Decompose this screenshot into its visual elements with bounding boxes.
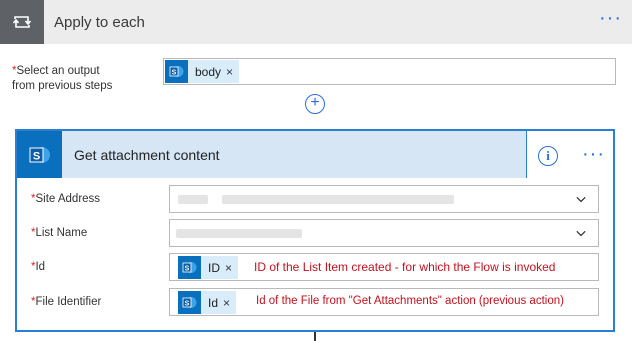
sharepoint-icon: S xyxy=(165,60,188,83)
svg-text:S: S xyxy=(32,150,39,162)
site-address-label-text: Site Address xyxy=(35,193,101,205)
more-options-icon[interactable]: ··· xyxy=(599,8,622,28)
redacted-value xyxy=(222,195,454,204)
id-label: *Id xyxy=(31,261,45,273)
redacted-value xyxy=(178,195,208,204)
list-name-label-text: List Name xyxy=(35,227,88,239)
chevron-down-icon xyxy=(576,196,586,203)
select-output-label: *Select an output from previous steps xyxy=(12,64,112,94)
id-input[interactable]: S ID × ID of the List Item created - for… xyxy=(169,253,599,281)
id-annotation: ID of the List Item created - for which … xyxy=(254,260,556,274)
site-address-dropdown[interactable] xyxy=(169,185,599,213)
body-token[interactable]: S body × xyxy=(165,60,240,83)
body-token-label: body xyxy=(195,64,222,79)
get-attachment-content-card: S Get attachment content i ··· *Site Add… xyxy=(15,129,615,332)
flow-designer: Apply to each ··· *Select an output from… xyxy=(0,0,632,341)
card-header[interactable]: S Get attachment content xyxy=(17,131,527,178)
file-id-token[interactable]: S Id × xyxy=(178,291,237,314)
svg-text:S: S xyxy=(185,301,190,308)
file-identifier-annotation: Id of the File from "Get Attachments" ac… xyxy=(256,295,564,307)
svg-text:S: S xyxy=(172,70,177,77)
redacted-value xyxy=(176,229,302,238)
id-token-label: ID xyxy=(208,260,220,275)
apply-to-each-title: Apply to each xyxy=(54,13,145,31)
id-token[interactable]: S ID × xyxy=(178,256,239,279)
list-name-dropdown[interactable] xyxy=(169,219,599,247)
remove-token-icon[interactable]: × xyxy=(226,65,239,79)
chevron-down-icon xyxy=(576,230,586,237)
sharepoint-icon: S xyxy=(178,291,201,314)
info-icon[interactable]: i xyxy=(538,146,558,166)
add-step-icon[interactable]: + xyxy=(305,94,325,114)
more-options-icon[interactable]: ··· xyxy=(582,144,605,164)
sharepoint-icon: S xyxy=(17,131,62,178)
id-label-text: Id xyxy=(35,261,46,273)
apply-to-each-header[interactable]: Apply to each ··· xyxy=(0,0,632,44)
file-id-token-label: Id xyxy=(208,295,219,310)
file-identifier-input[interactable]: S Id × Id of the File from "Get Attachme… xyxy=(169,288,599,316)
select-output-label-line2: from previous steps xyxy=(12,80,113,92)
card-title: Get attachment content xyxy=(74,146,220,163)
svg-text:S: S xyxy=(185,266,190,273)
flow-connector xyxy=(314,332,316,341)
select-output-label-line1: Select an output xyxy=(16,65,100,77)
file-identifier-label-text: File Identifier xyxy=(35,296,102,308)
list-name-label: *List Name xyxy=(31,227,87,239)
loop-icon xyxy=(0,0,44,44)
remove-token-icon[interactable]: × xyxy=(223,296,236,310)
site-address-label: *Site Address xyxy=(31,193,100,205)
select-output-input[interactable]: S body × xyxy=(163,58,616,85)
file-identifier-label: *File Identifier xyxy=(31,296,101,308)
sharepoint-icon: S xyxy=(178,256,201,279)
remove-token-icon[interactable]: × xyxy=(225,261,238,275)
